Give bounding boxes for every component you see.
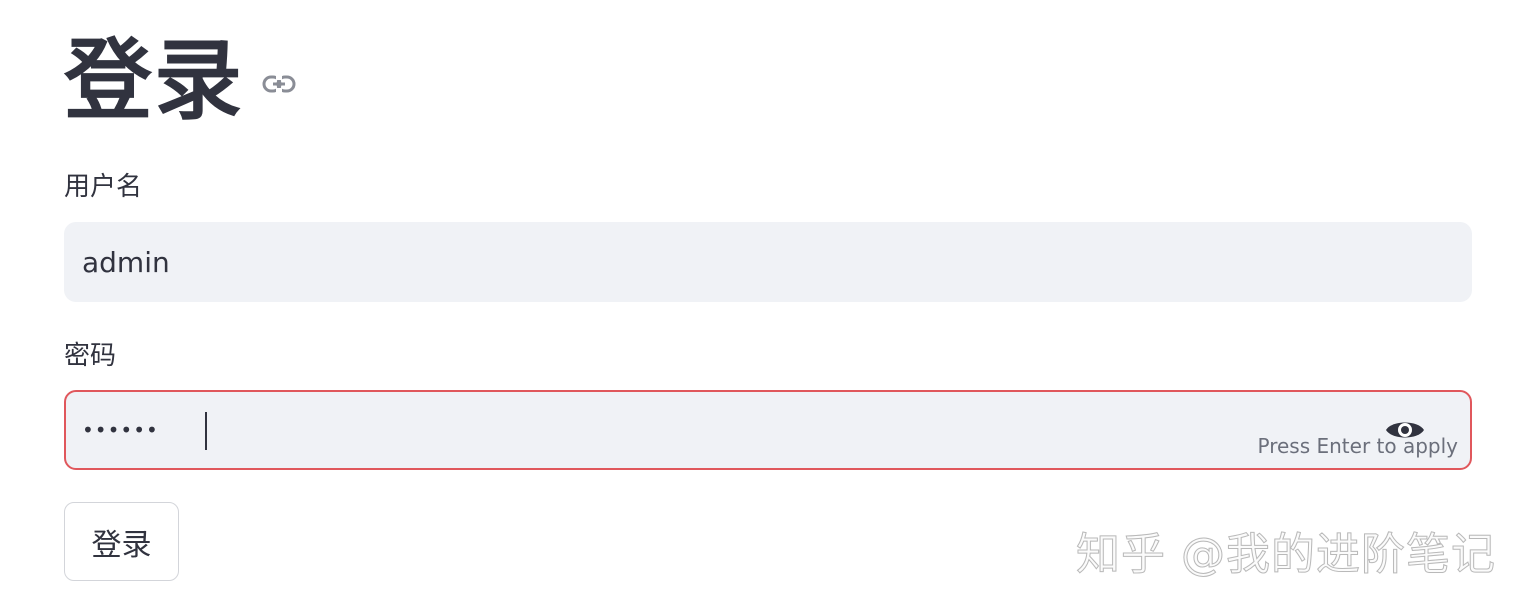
title-row: 登录 <box>64 26 296 136</box>
password-field[interactable]: •••••• <box>82 392 158 468</box>
password-label: 密码 <box>64 341 117 371</box>
login-button[interactable]: 登录 <box>64 502 179 581</box>
link-icon[interactable] <box>262 73 296 95</box>
password-field-container: •••••• Press Enter to apply <box>64 390 1472 470</box>
press-enter-hint: Press Enter to apply <box>1257 434 1458 458</box>
username-field[interactable] <box>82 222 1282 302</box>
login-page: 登录 用户名 密码 •••••• Press Enter to apply <box>0 0 1534 610</box>
username-field-container <box>64 222 1472 302</box>
page-title: 登录 <box>64 29 245 132</box>
text-caret <box>205 412 207 450</box>
watermark: 知乎 @我的进阶笔记 <box>1076 529 1496 581</box>
username-label: 用户名 <box>64 172 143 202</box>
